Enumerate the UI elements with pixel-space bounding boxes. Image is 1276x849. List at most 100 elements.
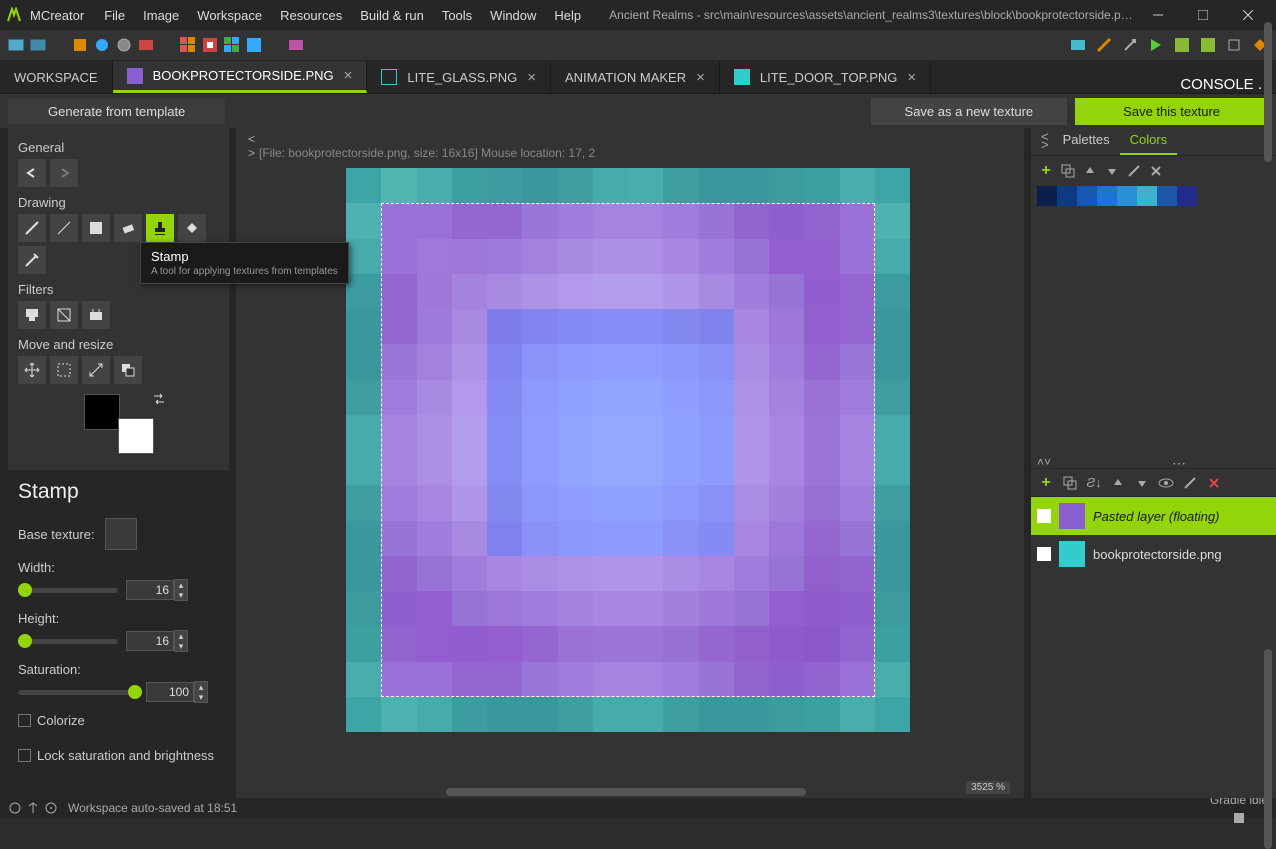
pixel[interactable] — [875, 344, 910, 379]
pixel[interactable] — [734, 309, 769, 344]
menu-resources[interactable]: Resources — [272, 4, 350, 27]
pixel[interactable] — [381, 521, 416, 556]
pixel[interactable] — [875, 485, 910, 520]
pixel[interactable] — [804, 485, 839, 520]
pixel[interactable] — [558, 626, 593, 661]
pixel[interactable] — [522, 274, 557, 309]
pixel[interactable] — [452, 168, 487, 203]
add-color-icon[interactable]: + — [1037, 162, 1055, 180]
base-texture-box[interactable] — [105, 518, 137, 550]
pixel[interactable] — [663, 521, 698, 556]
pixel[interactable] — [381, 344, 416, 379]
pixel[interactable] — [769, 380, 804, 415]
pixel[interactable] — [381, 239, 416, 274]
layers-menu-icon[interactable]: ⋯ — [1172, 455, 1186, 472]
menu-build-run[interactable]: Build & run — [352, 4, 432, 27]
saturation-value[interactable]: 100 — [146, 682, 194, 702]
pixel[interactable] — [769, 415, 804, 450]
toolbar-right-icon-7[interactable] — [1226, 37, 1242, 53]
pixel[interactable] — [417, 485, 452, 520]
pixel[interactable] — [875, 168, 910, 203]
pixel[interactable] — [381, 556, 416, 591]
pixel[interactable] — [346, 556, 381, 591]
pixel[interactable] — [628, 450, 663, 485]
tab-lite-door-top[interactable]: LITE_DOOR_TOP.PNG × — [720, 61, 931, 93]
color-swatch[interactable] — [1077, 186, 1097, 206]
left-collapse-rail[interactable] — [0, 128, 8, 798]
pixel[interactable] — [840, 309, 875, 344]
toolbar-right-icon-6[interactable] — [1200, 37, 1216, 53]
tab-close-icon[interactable]: × — [907, 69, 916, 86]
toolbar-icon-6[interactable] — [138, 37, 154, 53]
pixel[interactable] — [628, 521, 663, 556]
pixel[interactable] — [487, 521, 522, 556]
pixel[interactable] — [734, 591, 769, 626]
picker-tool[interactable] — [18, 246, 46, 274]
pixel[interactable] — [487, 626, 522, 661]
width-spinner[interactable]: ▴▾ — [174, 579, 188, 601]
pixel[interactable] — [804, 168, 839, 203]
pixel[interactable] — [452, 415, 487, 450]
width-slider[interactable] — [18, 588, 118, 593]
pixel[interactable] — [734, 203, 769, 238]
pixel[interactable] — [558, 415, 593, 450]
pixel[interactable] — [558, 274, 593, 309]
toolbar-icon-1[interactable] — [8, 37, 24, 53]
height-value[interactable]: 16 — [126, 631, 174, 651]
pixel[interactable] — [628, 309, 663, 344]
pixel[interactable] — [593, 450, 628, 485]
pixel[interactable] — [840, 415, 875, 450]
pixel[interactable] — [769, 626, 804, 661]
pixel[interactable] — [663, 626, 698, 661]
layer-visibility-icon[interactable] — [1157, 474, 1175, 492]
pixel[interactable] — [452, 591, 487, 626]
save-this-texture-button[interactable]: Save this texture — [1075, 98, 1268, 125]
pixel[interactable] — [663, 591, 698, 626]
pixel[interactable] — [804, 662, 839, 697]
pixel[interactable] — [699, 450, 734, 485]
pixel[interactable] — [487, 203, 522, 238]
pixel[interactable] — [346, 662, 381, 697]
pixel[interactable] — [734, 168, 769, 203]
pixel[interactable] — [804, 203, 839, 238]
pixel[interactable] — [452, 309, 487, 344]
pixel[interactable] — [593, 521, 628, 556]
pixel[interactable] — [699, 485, 734, 520]
pixel[interactable] — [804, 626, 839, 661]
pixel[interactable] — [875, 626, 910, 661]
pixel[interactable] — [487, 662, 522, 697]
pixel[interactable] — [663, 662, 698, 697]
pixel[interactable] — [769, 344, 804, 379]
pixel[interactable] — [522, 662, 557, 697]
color-swatch[interactable] — [1037, 186, 1057, 206]
pixel[interactable] — [487, 697, 522, 732]
pixel[interactable] — [628, 415, 663, 450]
pixel[interactable] — [769, 485, 804, 520]
pixel[interactable] — [699, 662, 734, 697]
pixel[interactable] — [417, 662, 452, 697]
undo-tool[interactable] — [18, 159, 46, 187]
pixel[interactable] — [522, 556, 557, 591]
pixel[interactable] — [558, 521, 593, 556]
pixel[interactable] — [663, 309, 698, 344]
pixel[interactable] — [346, 415, 381, 450]
height-spinner[interactable]: ▴▾ — [174, 630, 188, 652]
pixel[interactable] — [804, 591, 839, 626]
color-swatch[interactable] — [1157, 186, 1177, 206]
pixel[interactable] — [346, 239, 381, 274]
pixel[interactable] — [875, 697, 910, 732]
right-tab-scroll-left[interactable]: <> — [1037, 129, 1053, 155]
pixel[interactable] — [840, 239, 875, 274]
pixel[interactable] — [558, 380, 593, 415]
pixel[interactable] — [734, 450, 769, 485]
menu-image[interactable]: Image — [135, 4, 187, 27]
pixel[interactable] — [558, 344, 593, 379]
h-scrollbar[interactable] — [446, 788, 806, 796]
pixel[interactable] — [840, 556, 875, 591]
pixel[interactable] — [769, 274, 804, 309]
toolbar-icon-2[interactable] — [30, 37, 46, 53]
filter-3-tool[interactable] — [82, 301, 110, 329]
pixel[interactable] — [417, 591, 452, 626]
pixel[interactable] — [593, 626, 628, 661]
menu-window[interactable]: Window — [482, 4, 544, 27]
